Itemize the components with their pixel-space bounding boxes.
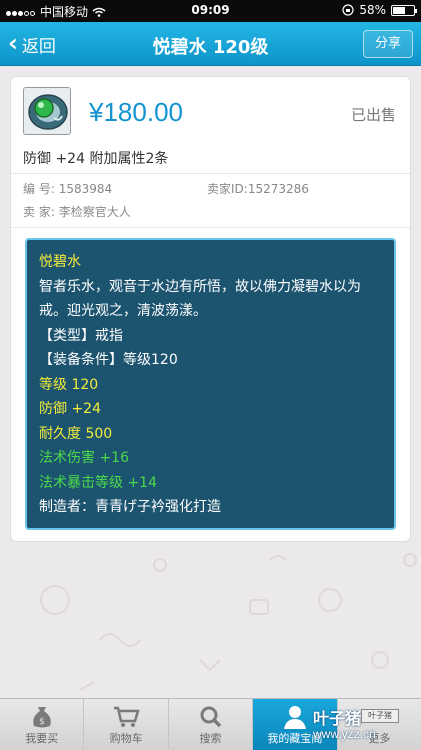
page-title: 悦碧水 120级 — [152, 37, 269, 58]
tab-label: 更多 — [368, 732, 391, 745]
desc-item-name: 悦碧水 — [39, 254, 81, 270]
seller-name: 李检察官大人 — [58, 205, 131, 219]
desc-requirement: 【装备条件】等级120 — [39, 352, 178, 368]
divider — [11, 173, 410, 174]
cart-icon — [114, 706, 140, 727]
item-id-value: 1583984 — [58, 182, 113, 196]
desc-maker: 制造者：青青げ子衿强化打造 — [39, 499, 221, 515]
desc-type: 【类型】戒指 — [39, 327, 123, 344]
share-button[interactable]: 分享 — [363, 30, 413, 58]
item-card: ¥180.00 已出售 防御 +24 附加属性2条 编 号: 1583984 卖… — [10, 76, 411, 542]
desc-defense: 防御 +24 — [39, 401, 101, 417]
item-id: 编 号: 1583984 — [23, 180, 112, 197]
battery-percent: 58% — [359, 3, 386, 17]
tab-label: 我的藏宝阁 — [267, 732, 323, 745]
seller-id-value: 15273286 — [247, 182, 309, 196]
money-bag-icon: $ — [32, 707, 51, 728]
item-description: 悦碧水 智者乐水，观音于水边有所悟，故以佛力凝碧水以为戒。迎光观之，清波荡漾。 … — [25, 238, 396, 530]
jade-ring-icon — [24, 88, 70, 134]
more-icon — [368, 714, 390, 720]
tab-buy[interactable]: $ 我要买 — [0, 699, 85, 750]
tab-more[interactable]: 更多 — [338, 699, 421, 750]
search-icon — [200, 706, 221, 728]
seller-id: 卖家ID:15273286 — [207, 180, 309, 197]
battery-area: 58% — [342, 3, 417, 17]
tab-label: 我要买 — [25, 732, 59, 745]
battery-icon — [391, 4, 417, 16]
svg-text:$: $ — [39, 717, 45, 727]
item-price: ¥180.00 — [89, 97, 183, 127]
tab-label: 购物车 — [109, 732, 143, 745]
tab-label: 搜索 — [199, 732, 222, 745]
rotation-lock-icon — [342, 4, 354, 16]
item-thumbnail[interactable] — [23, 87, 71, 135]
desc-spell-crit: 法术暴击等级 +14 — [39, 474, 157, 491]
tab-cart[interactable]: 购物车 — [84, 699, 169, 750]
item-id-label: 编 号: — [23, 182, 55, 196]
status-bar: 中国移动 09:09 58% — [0, 0, 421, 22]
tab-search[interactable]: 搜索 — [169, 699, 254, 750]
divider — [11, 227, 410, 228]
desc-level: 等级 120 — [39, 376, 99, 393]
sold-status: 已出售 — [350, 106, 396, 124]
desc-durability: 耐久度 500 — [39, 425, 113, 442]
seller-label: 卖 家: — [23, 205, 55, 219]
desc-spell-damage: 法术伤害 +16 — [39, 450, 129, 466]
tab-bar: $ 我要买 购物车 搜索 我的藏宝阁 更多 — [0, 698, 421, 750]
desc-flavor-text: 智者乐水，观音于水边有所悟，故以佛力凝碧水以为戒。迎光观之，清波荡漾。 — [39, 278, 361, 320]
attribute-summary: 防御 +24 附加属性2条 — [23, 151, 169, 167]
seller-id-label: 卖家ID: — [207, 182, 248, 196]
tab-my-collection[interactable]: 我的藏宝阁 — [253, 699, 338, 750]
seller: 卖 家: 李检察官大人 — [23, 203, 131, 220]
person-icon — [283, 706, 306, 729]
nav-bar: ‹ 返回 悦碧水 120级 分享 — [0, 22, 421, 66]
